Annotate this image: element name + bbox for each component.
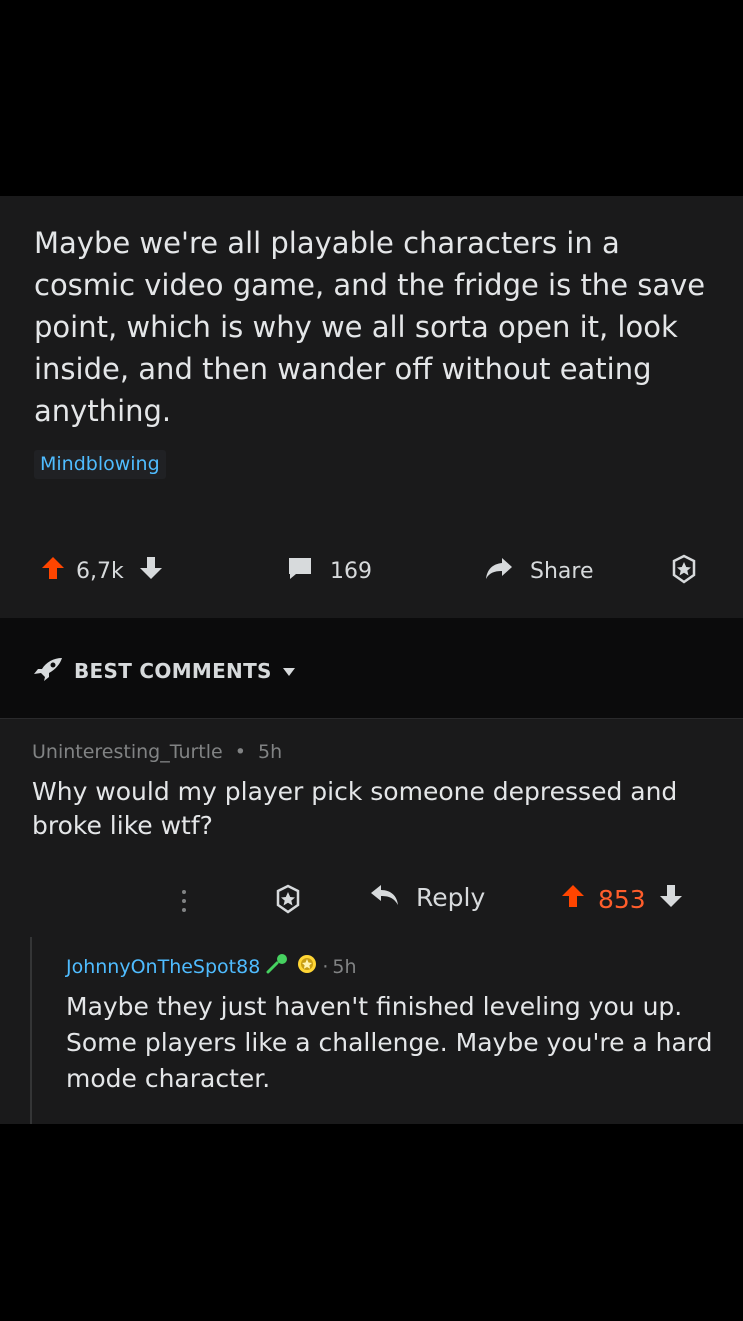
comment-vote-group: 853 bbox=[560, 883, 684, 915]
post-vote-group: 6,7k bbox=[40, 555, 164, 587]
thread-line[interactable] bbox=[30, 937, 32, 1124]
meta-separator: · bbox=[322, 955, 329, 978]
more-icon[interactable] bbox=[180, 889, 188, 917]
comment-icon bbox=[286, 555, 314, 587]
reply-time: 5h bbox=[332, 955, 357, 978]
comment-body: Why would my player pick someone depress… bbox=[32, 777, 678, 840]
comment-author[interactable]: Uninteresting_Turtle bbox=[32, 741, 223, 763]
gold-award-icon bbox=[296, 953, 318, 980]
award-icon[interactable] bbox=[272, 883, 304, 919]
reply-label: Reply bbox=[416, 883, 486, 912]
comments-section: Uninteresting_Turtle • 5h Why would my p… bbox=[0, 719, 743, 1124]
comment-score: 853 bbox=[598, 884, 646, 914]
caret-down-icon bbox=[282, 662, 296, 681]
comment-meta: Uninteresting_Turtle • 5h bbox=[32, 741, 282, 763]
reply-button[interactable]: Reply bbox=[370, 883, 485, 912]
post-award-button[interactable] bbox=[668, 553, 700, 591]
downvote-icon[interactable] bbox=[138, 555, 164, 587]
upvote-icon[interactable] bbox=[560, 883, 586, 915]
share-icon bbox=[484, 555, 514, 587]
microphone-icon bbox=[266, 954, 290, 979]
comment-time: 5h bbox=[258, 741, 283, 763]
reply-author[interactable]: JohnnyOnTheSpot88 bbox=[66, 956, 260, 978]
reply-body: Maybe they just haven't finished levelin… bbox=[66, 992, 713, 1093]
reply-icon bbox=[370, 883, 400, 912]
post-flair[interactable]: Mindblowing bbox=[34, 450, 166, 479]
share-label: Share bbox=[530, 558, 594, 584]
sort-label: BEST COMMENTS bbox=[74, 659, 272, 683]
comment-sort-bar: BEST COMMENTS bbox=[0, 618, 743, 719]
post-upvote-count: 6,7k bbox=[76, 558, 124, 584]
post-title[interactable]: Maybe we're all playable characters in a… bbox=[34, 222, 714, 432]
post-comments-button[interactable]: 169 bbox=[286, 555, 372, 587]
reply-meta: JohnnyOnTheSpot88 · 5h bbox=[66, 953, 357, 980]
award-icon bbox=[668, 553, 700, 591]
meta-separator: • bbox=[234, 741, 246, 763]
post-action-bar: 6,7k 169 Share bbox=[0, 551, 743, 591]
rocket-icon bbox=[32, 656, 64, 686]
post-card: Maybe we're all playable characters in a… bbox=[0, 196, 743, 618]
comment-action-bar: Reply 853 bbox=[0, 879, 743, 923]
upvote-icon[interactable] bbox=[40, 555, 66, 587]
sort-dropdown[interactable]: BEST COMMENTS bbox=[32, 656, 296, 686]
post-comment-count: 169 bbox=[330, 558, 372, 584]
post-share-button[interactable]: Share bbox=[484, 555, 594, 587]
downvote-icon[interactable] bbox=[658, 883, 684, 915]
